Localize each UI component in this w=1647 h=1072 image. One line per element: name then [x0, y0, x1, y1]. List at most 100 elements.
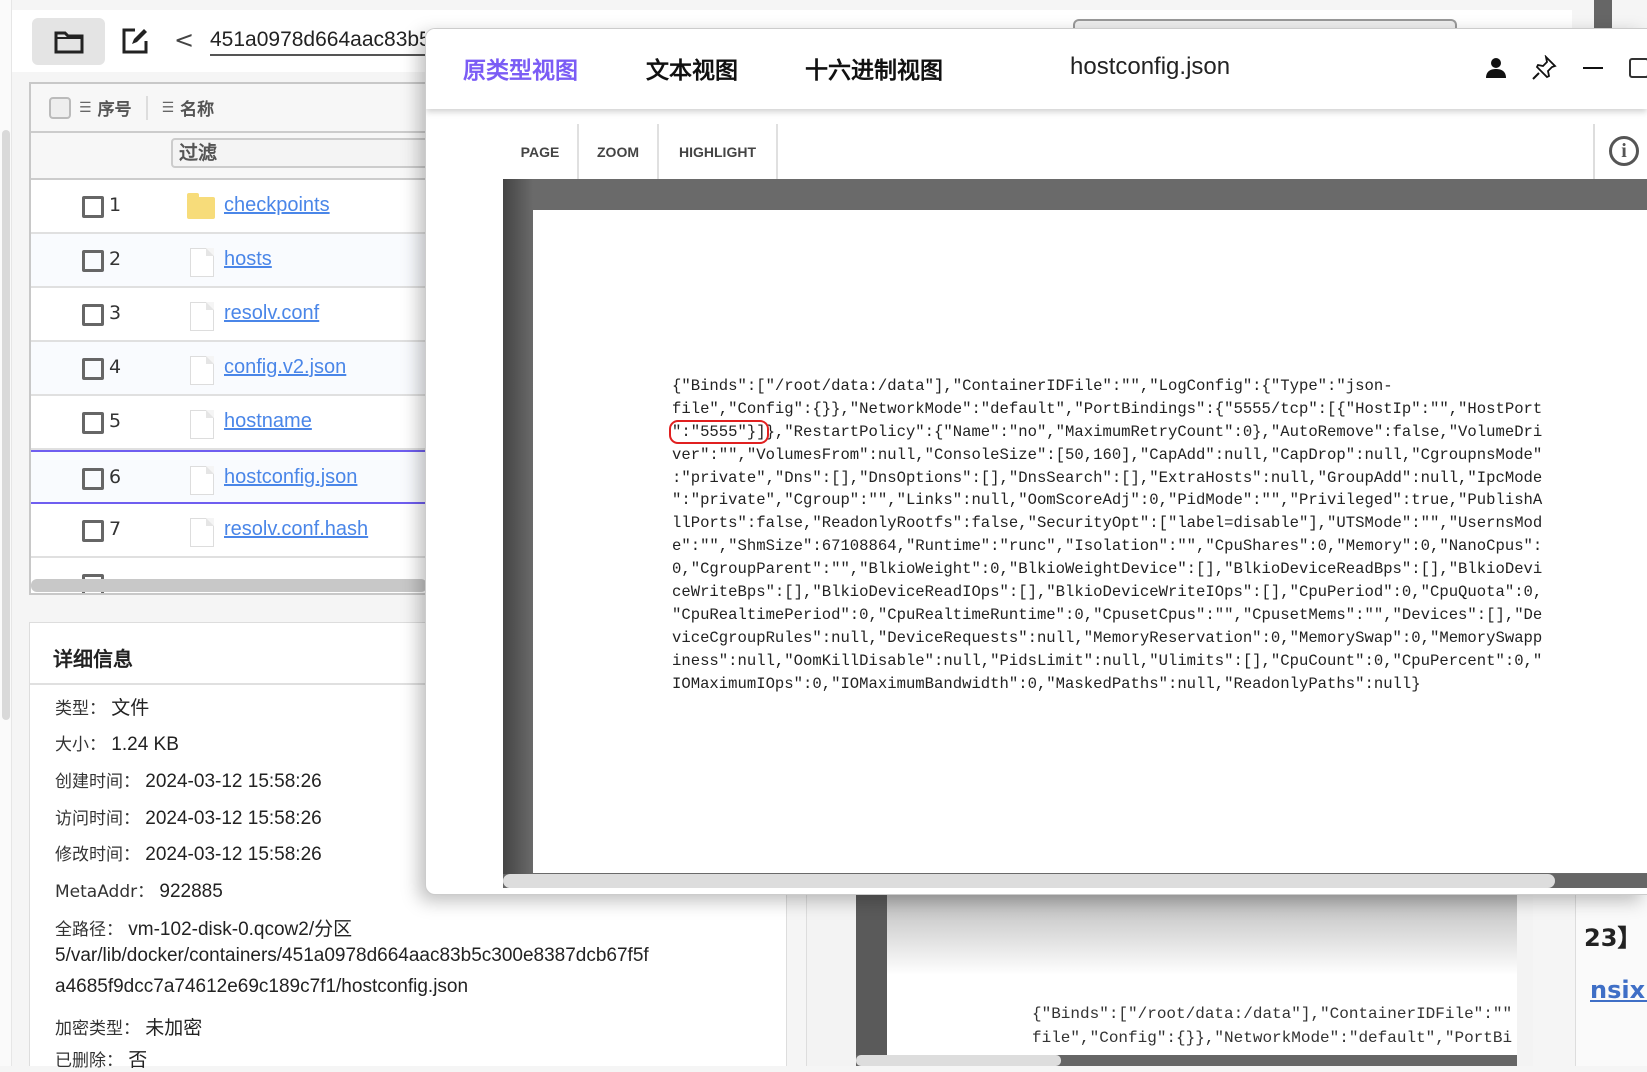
json-line: iness":null,"OomKillDisable":null,"PidsL… — [672, 651, 1543, 670]
table-row[interactable]: 1 checkpoints — [31, 180, 427, 234]
right-pane-text: 23】 — [1584, 924, 1642, 952]
file-viewer-modal: 原类型视图 文本视图 十六进制视图 hostconfig.json PAGE Z… — [425, 28, 1647, 895]
maximize-icon[interactable] — [1622, 51, 1647, 85]
detail-accessed: 访问时间： 2024-03-12 15:58:26 — [55, 808, 322, 829]
edit-icon — [122, 28, 148, 54]
row-index: 7 — [109, 518, 122, 540]
background-scrollbar-thumb — [856, 1055, 1061, 1066]
document-viewer: {"Binds":["/root/data:/data"],"Container… — [503, 179, 1647, 888]
detail-size: 大小： 1.24 KB — [55, 734, 179, 755]
header-index[interactable]: 序号 — [98, 95, 132, 120]
tab-hex-view[interactable]: 十六进制视图 — [805, 51, 943, 85]
select-all-checkbox[interactable] — [49, 96, 71, 119]
row-checkbox[interactable] — [82, 468, 104, 490]
detail-created: 创建时间： 2024-03-12 15:58:26 — [55, 771, 322, 792]
row-checkbox[interactable] — [82, 250, 104, 272]
list-icon: ☰ — [161, 99, 175, 116]
file-name-link[interactable]: resolv.conf.hash — [224, 518, 368, 541]
file-name-link[interactable]: checkpoints — [224, 194, 330, 217]
file-icon — [190, 356, 214, 385]
viewer-toolbar: PAGE ZOOM HIGHLIGHT i — [503, 124, 1647, 179]
file-name-link[interactable]: hosts — [224, 248, 272, 271]
background-text-line: file","Config":{}},"NetworkMode":"defaul… — [1032, 1029, 1513, 1047]
row-index: 5 — [109, 410, 122, 432]
row-index: 2 — [109, 248, 122, 270]
file-icon — [190, 410, 214, 439]
document-page: {"Binds":["/root/data:/data"],"Container… — [533, 210, 1647, 873]
table-header: ☰ 序号 ☰ 名称 — [31, 84, 427, 133]
right-pane — [1575, 880, 1647, 1066]
file-icon — [190, 518, 214, 547]
table-row[interactable]: 4 config.v2.json — [31, 342, 427, 396]
table-row[interactable]: 2 hosts — [31, 234, 427, 288]
json-line: {"Binds":["/root/data:/data"],"Container… — [672, 377, 1393, 395]
json-line: e":"","ShmSize":67108864,"Runtime":"runc… — [672, 537, 1543, 556]
back-button[interactable]: < — [174, 26, 194, 54]
highlight-button[interactable]: HIGHLIGHT — [659, 124, 778, 179]
file-icon — [190, 302, 214, 331]
list-icon: ☰ — [79, 99, 92, 116]
table-row[interactable]: 6 hostconfig.json — [31, 450, 427, 504]
json-line: "CpuRealtimePeriod":0,"CpuRealtimeRuntim… — [672, 605, 1543, 624]
json-line: ":"5555"}]},"RestartPolicy":{"Name":"no"… — [669, 419, 1543, 444]
detail-title: 详细信息 — [53, 647, 133, 671]
left-scrollbar[interactable] — [2, 130, 10, 720]
table-row[interactable]: 5 hostname — [31, 396, 427, 450]
row-index: 4 — [109, 356, 122, 378]
json-line: ":"private","Cgroup":"","Links":null,"Oo… — [672, 491, 1543, 510]
divider — [1593, 124, 1595, 179]
folder-icon — [54, 31, 83, 53]
edit-button[interactable] — [118, 24, 152, 58]
json-line: IOMaximumIOps":0,"IOMaximumBandwidth":0,… — [672, 674, 1421, 693]
table-row[interactable]: 7 resolv.conf.hash — [31, 504, 427, 558]
background-scrollbar — [1594, 0, 1612, 30]
file-name-link[interactable]: config.v2.json — [224, 356, 346, 379]
pin-icon[interactable] — [1527, 51, 1561, 85]
user-icon[interactable] — [1479, 51, 1513, 85]
file-name-link[interactable]: hostconfig.json — [224, 466, 357, 489]
file-name-link[interactable]: resolv.conf — [224, 302, 319, 325]
file-icon — [190, 248, 214, 277]
file-name-link[interactable]: hostname — [224, 410, 312, 433]
row-index: 3 — [109, 302, 122, 324]
json-line: file","Config":{}},"NetworkMode":"defaul… — [672, 399, 1543, 418]
json-line: :"private","Dns":[],"DnsOptions":[],"Dns… — [672, 468, 1543, 487]
folder-button[interactable] — [32, 18, 105, 65]
detail-path: 全路径： vm-102-disk-0.qcow2/分区 — [55, 919, 353, 940]
path-field[interactable]: 451a0978d664aac83b5c300e8387dcb67f5fa468… — [210, 28, 425, 56]
header-divider — [145, 95, 148, 120]
tab-raw-view[interactable]: 原类型视图 — [463, 51, 578, 85]
filter-input[interactable]: 过滤 — [171, 138, 427, 168]
row-checkbox[interactable] — [82, 412, 104, 434]
detail-type: 类型： 文件 — [55, 698, 150, 719]
detail-path-line3: a4685f9dcc7a74612e69c189c7f1/hostconfig.… — [55, 976, 469, 997]
file-table: ☰ 序号 ☰ 名称 过滤 1 checkpoints 2 hosts 3 resolv.c… — [29, 82, 429, 595]
row-checkbox[interactable] — [82, 196, 104, 218]
row-checkbox[interactable] — [82, 358, 104, 380]
detail-meta: MetaAddr： 922885 — [55, 881, 223, 902]
right-pane-link[interactable]: nsix. — [1590, 976, 1647, 1004]
page-button[interactable]: PAGE — [503, 124, 579, 179]
detail-modified: 修改时间： 2024-03-12 15:58:26 — [55, 844, 322, 865]
row-index: 6 — [109, 466, 122, 488]
background-text-line: {"Binds":["/root/data:/data"],"Container… — [1032, 1005, 1513, 1023]
info-icon[interactable]: i — [1609, 136, 1639, 166]
zoom-button[interactable]: ZOOM — [579, 124, 659, 179]
viewer-scrollbar-thumb[interactable] — [503, 874, 1555, 888]
search-highlight: ":"5555"}] — [669, 419, 769, 444]
row-checkbox[interactable] — [82, 520, 104, 542]
minimize-icon[interactable] — [1576, 51, 1610, 85]
folder-icon — [187, 193, 215, 219]
table-horizontal-scrollbar[interactable] — [31, 579, 427, 592]
tab-text-view[interactable]: 文本视图 — [646, 51, 738, 85]
json-line: viceCgroupRules":null,"DeviceRequests":n… — [672, 628, 1543, 647]
json-line: 0,"CgroupParent":"","BlkioWeight":0,"Blk… — [672, 560, 1543, 579]
json-content: {"Binds":["/root/data:/data"],"Container… — [669, 375, 1543, 695]
header-name[interactable]: 名称 — [180, 95, 214, 120]
detail-path-line2: 5/var/lib/docker/containers/451a0978d664… — [55, 945, 649, 966]
modal-title: hostconfig.json — [1070, 53, 1231, 80]
row-checkbox[interactable] — [82, 304, 104, 326]
detail-deleted: 已删除： 否 — [55, 1050, 148, 1071]
table-row[interactable]: 3 resolv.conf — [31, 288, 427, 342]
row-index: 1 — [109, 194, 122, 216]
